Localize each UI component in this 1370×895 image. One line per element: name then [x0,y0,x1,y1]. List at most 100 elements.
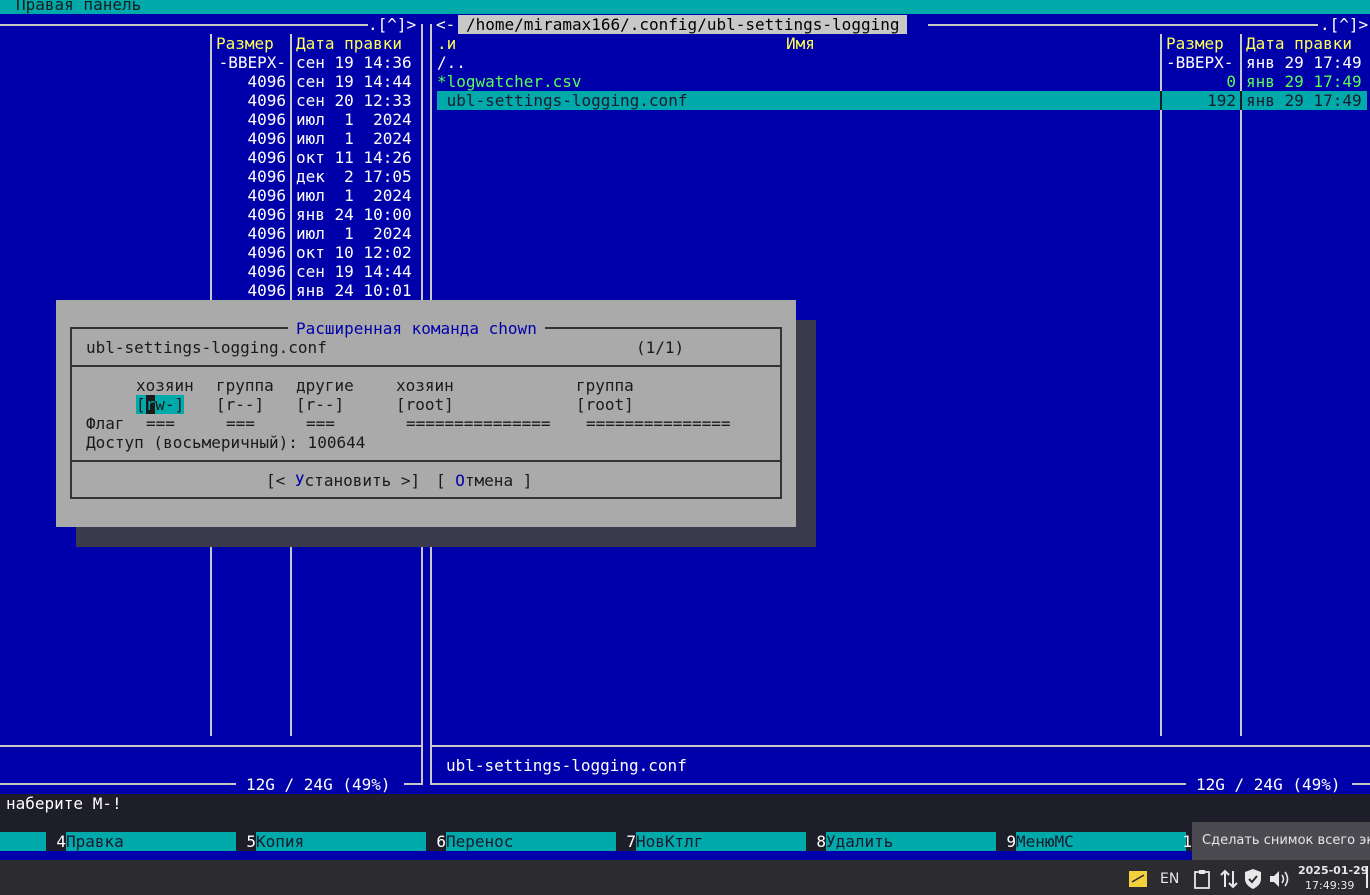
cancel-button-label: тмена ] [464,471,533,490]
fkey-prev-label[interactable] [0,832,46,851]
left-panel-bottom-border [404,783,423,785]
right-panel-top-border [928,24,1318,26]
right-panel-col-separator [1240,34,1242,736]
fkey-number: 8 [816,832,826,851]
show-desktop-button[interactable] [1366,866,1370,888]
chown-dialog[interactable]: Расширенная команда chown ubl-settings-l… [56,300,796,527]
screenshot-tooltip: Сделать снимок всего экрана [1192,822,1370,860]
perm-other-button[interactable]: [r--] [296,395,344,414]
left-row-size: 4096 [247,148,286,167]
fkey-number: 9 [1006,832,1016,851]
left-row-date: сен 19 14:36 [296,53,412,72]
left-row-size: 4096 [247,72,286,91]
right-col-size-header[interactable]: Размер [1166,34,1224,53]
left-panel-corner[interactable]: .[^]> [368,15,416,34]
volume-icon[interactable] [1268,868,1292,890]
notes-icon[interactable] [1128,870,1148,888]
set-button[interactable]: [< Установить >] [266,471,420,490]
left-row-size: 4096 [247,262,286,281]
right-panel-mini-status-sep [430,745,1370,747]
right-row-name[interactable]: *logwatcher.csv [437,72,582,91]
fkey-edit[interactable]: Правка [66,832,236,851]
perm-other-header: другие [296,376,354,395]
flag-group: === [226,414,255,433]
fkey-delete[interactable]: Удалить [826,832,996,851]
left-panel-top-border [0,24,368,26]
fkey-move[interactable]: Перенос [446,832,616,851]
right-panel-col-separator [1160,34,1162,736]
left-row-date: сен 19 14:44 [296,72,412,91]
right-row-size: 192 [1207,91,1236,110]
cancel-button[interactable]: [ Отмена ] [436,471,532,490]
fkey-number: 5 [246,832,256,851]
right-row-size: 0 [1226,72,1236,91]
left-row-size: 4096 [247,281,286,300]
clipboard-icon[interactable] [1193,868,1211,890]
group-select-button[interactable]: [root] [576,395,634,414]
left-row-date: июл 1 2024 [296,224,412,243]
left-disk-usage: 12G / 24G (49%) [246,775,391,794]
left-row-date: окт 10 12:02 [296,243,412,262]
perm-group-button[interactable]: [r--] [216,395,264,414]
fkey-number: 6 [436,832,446,851]
left-col-date-header[interactable]: Дата правки [296,34,402,53]
left-row-date: сен 20 12:33 [296,91,412,110]
selected-row-separator [1160,91,1162,110]
fkey-number: 1 [1182,832,1192,851]
left-row-size: 4096 [247,167,286,186]
right-panel-history-arrow[interactable]: <- [436,15,455,34]
tray-date[interactable]: 2025-01-29 [1298,864,1368,877]
fkey-number: 4 [56,832,66,851]
menubar-title[interactable]: Правая панель [16,0,141,14]
right-col-date-header[interactable]: Дата правки [1246,34,1352,53]
left-row-size: 4096 [247,186,286,205]
fkey-copy[interactable]: Копия [256,832,426,851]
right-panel-bottom-border [430,783,1186,785]
perm-group-header: группа [216,376,274,395]
group-header: группа [576,376,634,395]
command-line-area[interactable]: наберите M-! [0,794,1370,832]
selected-row-separator [1240,91,1242,110]
left-row-size: 4096 [247,129,286,148]
right-disk-usage: 12G / 24G (49%) [1196,775,1341,794]
right-panel-corner[interactable]: .[^]> [1320,15,1368,34]
right-sort-indicator[interactable]: .и [437,34,456,53]
left-row-date: июл 1 2024 [296,186,412,205]
dialog-title: Расширенная команда chown [288,319,545,338]
keyboard-layout-indicator[interactable]: EN [1160,871,1179,887]
left-row-date: дек 2 17:05 [296,167,412,186]
owner-select-button[interactable]: [root] [396,395,454,414]
owner-header: хозяин [396,376,454,395]
cancel-button-bracket: [ [436,471,456,490]
fkey-menu[interactable]: МенюMC [1016,832,1186,851]
left-panel-mini-status-sep [0,745,421,747]
perm-owner-header: хозяин [136,376,194,395]
left-row-size: -ВВЕРХ- [218,53,286,72]
right-row-name-selected[interactable]: ubl-settings-logging.conf [437,91,688,110]
right-col-name-header[interactable]: Имя [786,34,815,53]
left-row-date: янв 24 10:00 [296,205,412,224]
set-button-label: становить >] [304,471,421,490]
shield-icon[interactable] [1243,868,1263,890]
perm-owner-button[interactable]: [rw-] [136,395,185,414]
right-status-filename: ubl-settings-logging.conf [446,756,687,775]
right-panel-path[interactable]: /home/miramax166/.config/ubl-settings-lo… [458,15,908,34]
flag-label: Флаг [86,414,125,433]
tray-clock[interactable]: 17:49:39 [1305,879,1354,892]
menubar[interactable]: Правая панель [0,0,1370,14]
left-row-size: 4096 [247,224,286,243]
dialog-separator [70,460,782,462]
right-panel-bottom-border [1352,783,1370,785]
dialog-file-counter: (1/1) [636,338,685,357]
left-col-size-header[interactable]: Размер [216,34,274,53]
fkey-number: 7 [626,832,636,851]
dialog-filename: ubl-settings-logging.conf [86,338,327,357]
fkey-mkdir[interactable]: НовКтлг [636,832,806,851]
octal-access: Доступ (восьмеричный): 100644 [86,433,366,452]
right-row-name[interactable]: /.. [437,53,466,72]
network-icon[interactable] [1219,868,1239,890]
flag-other: === [306,414,335,433]
set-button-bracket: [< [266,471,295,490]
left-row-date: июл 1 2024 [296,129,412,148]
left-row-size: 4096 [247,243,286,262]
